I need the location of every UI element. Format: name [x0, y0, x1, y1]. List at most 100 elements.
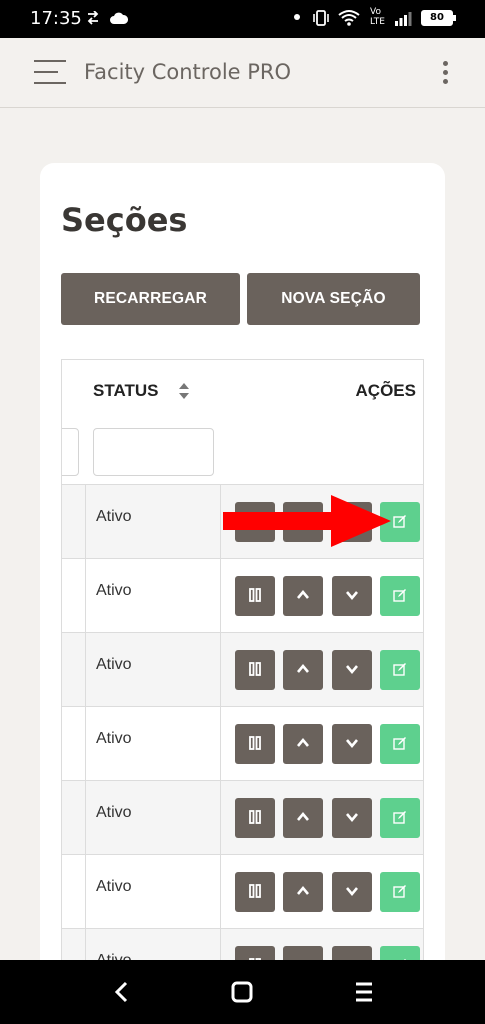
- chevron-down-icon: [345, 809, 359, 828]
- cell-divider: [220, 855, 221, 929]
- move-down-button[interactable]: [332, 724, 372, 764]
- table-row: Ativo: [62, 632, 423, 707]
- home-icon[interactable]: [227, 977, 257, 1007]
- status-cell: Ativo: [96, 508, 132, 525]
- pause-icon: [248, 809, 262, 828]
- battery-indicator: 80: [421, 10, 456, 26]
- status-cell: Ativo: [96, 656, 132, 673]
- pause-button[interactable]: [235, 576, 275, 616]
- status-bar: 17:35 Vo LTE 80: [0, 0, 485, 38]
- table-row: Ativo: [62, 854, 423, 929]
- cell-divider: [220, 633, 221, 707]
- annotation-arrow-icon: [223, 495, 391, 547]
- app-title: Facity Controle PRO: [84, 60, 292, 84]
- chevron-down-icon: [345, 587, 359, 606]
- chevron-down-icon: [345, 661, 359, 680]
- column-header-actions: AÇÕES: [355, 381, 416, 400]
- pause-icon: [248, 587, 262, 606]
- back-icon[interactable]: [107, 977, 137, 1007]
- move-up-button[interactable]: [283, 650, 323, 690]
- edit-button[interactable]: [380, 650, 420, 690]
- table-row: Ativo: [62, 706, 423, 781]
- cell-divider: [85, 707, 86, 781]
- recents-icon[interactable]: [349, 977, 379, 1007]
- move-down-button[interactable]: [332, 576, 372, 616]
- signal-arrows-icon: [87, 11, 99, 25]
- cell-divider: [85, 633, 86, 707]
- app-bar: Facity Controle PRO: [0, 38, 485, 108]
- status-cell: Ativo: [96, 730, 132, 747]
- vibrate-icon: [313, 10, 329, 26]
- edit-icon: [393, 513, 407, 532]
- volte-top-label: Vo: [370, 7, 381, 17]
- sections-table: STATUS AÇÕES Ativo Ativo Ativo Ativo Ativo At…: [61, 359, 424, 983]
- menu-icon-line: [34, 71, 58, 73]
- status-cell: Ativo: [96, 582, 132, 599]
- edit-icon: [393, 809, 407, 828]
- cloud-icon: [110, 12, 128, 24]
- cell-signal-icon: [395, 12, 412, 26]
- page-title: Seções: [61, 201, 188, 239]
- edit-button[interactable]: [380, 872, 420, 912]
- pause-icon: [248, 735, 262, 754]
- move-up-button[interactable]: [283, 798, 323, 838]
- chevron-up-icon: [296, 809, 310, 828]
- pause-icon: [248, 661, 262, 680]
- pause-button[interactable]: [235, 872, 275, 912]
- pause-button[interactable]: [235, 650, 275, 690]
- kebab-dot-icon: [443, 79, 448, 84]
- cell-divider: [85, 559, 86, 633]
- table-row: Ativo: [62, 780, 423, 855]
- move-up-button[interactable]: [283, 576, 323, 616]
- move-down-button[interactable]: [332, 798, 372, 838]
- cell-divider: [220, 707, 221, 781]
- menu-icon-line: [34, 60, 66, 62]
- volte-bottom-label: LTE: [370, 17, 385, 27]
- status-cell: Ativo: [96, 804, 132, 821]
- cell-divider: [85, 781, 86, 855]
- reload-button[interactable]: RECARREGAR: [61, 273, 240, 325]
- column-header-status[interactable]: STATUS: [93, 381, 158, 401]
- cell-divider: [85, 855, 86, 929]
- chevron-down-icon: [345, 883, 359, 902]
- volte-indicator: Vo LTE: [370, 7, 385, 27]
- pause-button[interactable]: [235, 798, 275, 838]
- edit-button[interactable]: [380, 798, 420, 838]
- cell-divider: [85, 485, 86, 559]
- move-up-button[interactable]: [283, 872, 323, 912]
- edit-icon: [393, 735, 407, 754]
- menu-icon-line: [34, 82, 66, 84]
- move-up-button[interactable]: [283, 724, 323, 764]
- move-down-button[interactable]: [332, 872, 372, 912]
- edit-button[interactable]: [380, 576, 420, 616]
- more-options-button[interactable]: [439, 60, 451, 86]
- chevron-up-icon: [296, 587, 310, 606]
- chevron-down-icon: [345, 735, 359, 754]
- cell-divider: [220, 559, 221, 633]
- edit-icon: [393, 661, 407, 680]
- edit-button[interactable]: [380, 724, 420, 764]
- move-down-button[interactable]: [332, 650, 372, 690]
- status-filter-input[interactable]: [93, 428, 214, 476]
- edit-icon: [393, 587, 407, 606]
- wifi-icon: [338, 10, 360, 26]
- cell-divider: [220, 485, 221, 559]
- chevron-up-icon: [296, 661, 310, 680]
- pause-icon: [248, 883, 262, 902]
- cell-divider: [220, 781, 221, 855]
- pause-button[interactable]: [235, 724, 275, 764]
- column-filter-input[interactable]: [62, 428, 79, 476]
- table-row: Ativo: [62, 558, 423, 633]
- sections-card: Seções RECARREGAR NOVA SEÇÃO STATUS AÇÕE…: [40, 163, 445, 983]
- chevron-up-icon: [296, 883, 310, 902]
- kebab-dot-icon: [443, 70, 448, 75]
- sort-icon[interactable]: [178, 381, 190, 401]
- chevron-up-icon: [296, 735, 310, 754]
- new-section-button[interactable]: NOVA SEÇÃO: [247, 273, 420, 325]
- notification-dot-icon: [294, 14, 300, 20]
- edit-icon: [393, 883, 407, 902]
- kebab-dot-icon: [443, 61, 448, 66]
- status-cell: Ativo: [96, 878, 132, 895]
- system-nav-bar: [0, 960, 485, 1024]
- menu-button[interactable]: [34, 60, 66, 86]
